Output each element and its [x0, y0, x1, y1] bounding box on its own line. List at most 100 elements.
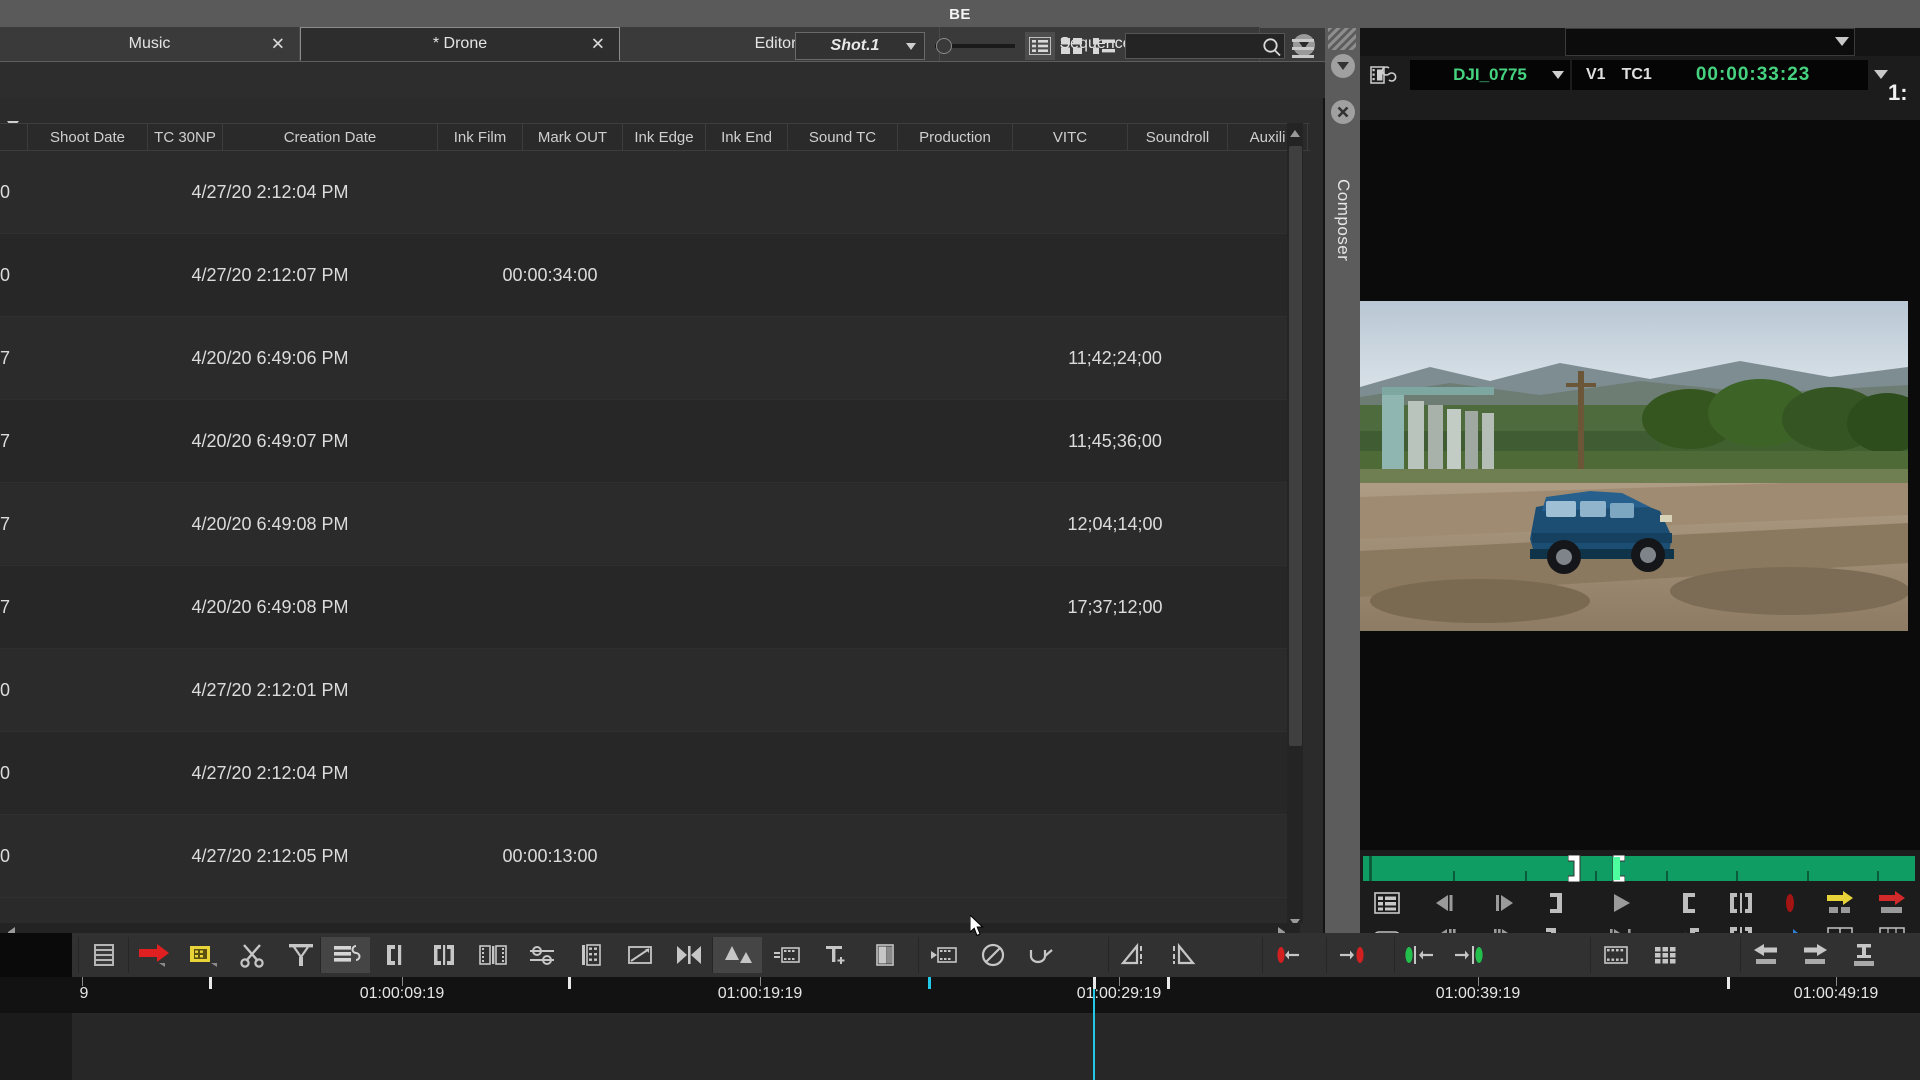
table-row[interactable]: 07 4/20/20 6:49:06 PM 11;42;24;00	[0, 317, 1295, 400]
mark-out-timeline-button[interactable]	[1327, 937, 1376, 973]
column-header-mark-out[interactable]: Mark OUT	[523, 123, 623, 151]
motion-effect-button[interactable]	[713, 937, 762, 973]
monitor-top-select[interactable]	[1565, 28, 1855, 56]
filmstrip-icon[interactable]	[1370, 64, 1398, 86]
column-header-shoot-date[interactable]: Shoot Date	[28, 123, 148, 151]
panel-menu-button[interactable]	[1331, 54, 1355, 78]
table-row[interactable]: 07 4/20/20 6:49:08 PM 17;37;12;00	[0, 566, 1295, 649]
column-header-vitc[interactable]: VITC	[1013, 123, 1128, 151]
bin-tab-music[interactable]: Music ✕	[0, 27, 300, 61]
overwrite-tool-button[interactable]	[129, 937, 178, 973]
clip-info-button[interactable]	[1360, 888, 1414, 918]
splice-in-button[interactable]	[1814, 888, 1866, 918]
transition-button[interactable]	[468, 937, 517, 973]
table-row[interactable]: 00 4/27/20 2:12:01 PM	[0, 649, 1295, 732]
timeline-timecode-box[interactable]	[0, 933, 72, 977]
mark-in-button[interactable]	[1660, 888, 1716, 918]
timeline-playhead[interactable]	[1093, 977, 1095, 1080]
bin-script-view-button[interactable]	[1089, 32, 1119, 60]
segment-mode-button[interactable]	[321, 937, 370, 973]
trim-mode-button[interactable]	[370, 937, 419, 973]
table-row[interactable]: 00 4/27/20 2:12:04 PM	[0, 151, 1295, 234]
sequence-report-button[interactable]	[79, 937, 128, 973]
green-out-button[interactable]	[1444, 937, 1493, 973]
effect-mode-button[interactable]	[615, 937, 664, 973]
position-indicator[interactable]	[1613, 857, 1620, 880]
trim-scissors-button[interactable]	[227, 937, 276, 973]
extract-splice-button[interactable]	[178, 937, 227, 973]
shift-right-icon	[1803, 944, 1827, 964]
table-row[interactable]: 00 4/27/20 2:12:07 PM 00:00:34:00	[0, 234, 1295, 317]
timecode-display[interactable]: V1 TC1 00:00:33:23	[1572, 60, 1888, 90]
dual-roller-button[interactable]	[419, 937, 468, 973]
mark-out-button[interactable]	[1532, 888, 1582, 918]
video-display-area[interactable]	[1360, 120, 1920, 850]
shift-right-button[interactable]	[1790, 937, 1839, 973]
center-button[interactable]	[1839, 937, 1888, 973]
timeline-view-button[interactable]	[1591, 937, 1640, 973]
position-bar-start-mark	[1369, 856, 1372, 881]
mark-in-timeline-button[interactable]	[1263, 937, 1312, 973]
title-tool-button[interactable]	[811, 937, 860, 973]
film-strip-button[interactable]	[566, 937, 615, 973]
render-button[interactable]	[919, 937, 968, 973]
audio-mix-button[interactable]	[517, 937, 566, 973]
panel-close-button[interactable]	[1331, 100, 1355, 124]
timeline-toolbar-group-2	[128, 937, 325, 973]
timeline-grid-button[interactable]	[1640, 937, 1689, 973]
close-icon[interactable]: ✕	[591, 36, 605, 53]
column-header-tc30np[interactable]: TC 30NP	[148, 123, 223, 151]
close-icon[interactable]: ✕	[271, 36, 285, 53]
bin-search-input[interactable]	[1125, 33, 1285, 59]
column-header-ink-edge[interactable]: Ink Edge	[623, 123, 706, 151]
scroll-up-arrow-icon[interactable]	[1287, 124, 1303, 142]
column-header-creation-date[interactable]: Creation Date	[223, 123, 438, 151]
step-backward-button[interactable]	[1414, 888, 1476, 918]
trim-left-tool-button[interactable]	[1109, 937, 1158, 973]
timeline-track-header[interactable]	[0, 1013, 72, 1080]
green-in-button[interactable]	[1395, 937, 1444, 973]
table-row[interactable]: 00 4/27/20 2:12:05 PM 00:00:13:00	[0, 815, 1295, 898]
table-row[interactable]: 00 4/27/20 2:12:04 PM	[0, 732, 1295, 815]
column-header-cell[interactable]	[0, 123, 28, 151]
column-header-production[interactable]: Production	[898, 123, 1013, 151]
add-locator-button[interactable]	[1766, 888, 1814, 918]
locator-icon	[1786, 894, 1794, 912]
table-row[interactable]: 07 4/20/20 6:49:07 PM 11;45;36;00	[0, 400, 1295, 483]
timeline-track-area[interactable]	[0, 1013, 1920, 1080]
chevron-down-icon[interactable]	[1835, 37, 1849, 46]
hamburger-icon[interactable]	[1292, 39, 1314, 58]
thumbnail-size-knob[interactable]	[936, 38, 952, 54]
column-header-soundroll[interactable]: Soundroll	[1128, 123, 1228, 151]
disable-button[interactable]	[968, 937, 1017, 973]
column-header-sound-tc[interactable]: Sound TC	[788, 123, 898, 151]
red-arrow-icon	[138, 944, 169, 967]
panel-drag-handle[interactable]	[1328, 28, 1356, 50]
column-header-ink-end[interactable]: Ink End	[706, 123, 788, 151]
column-header-ink-film[interactable]: Ink Film	[438, 123, 523, 151]
play-button[interactable]	[1582, 888, 1660, 918]
cell-tc30np: 00	[0, 181, 11, 202]
table-row[interactable]: 07 4/20/20 6:49:08 PM 12;04;14;00	[0, 483, 1295, 566]
position-bar-tick	[1666, 871, 1668, 881]
bin-tab-drone[interactable]: * Drone ✕	[300, 27, 620, 61]
matte-key-button[interactable]	[860, 937, 909, 973]
add-edit-button[interactable]	[762, 937, 811, 973]
overwrite-button[interactable]	[1866, 888, 1918, 918]
lift-overwrite-button[interactable]	[276, 937, 325, 973]
step-forward-button[interactable]	[1476, 888, 1532, 918]
mark-clip-button[interactable]	[1716, 888, 1766, 918]
bin-frame-view-button[interactable]	[1057, 32, 1087, 60]
mark-out-handle[interactable]	[1567, 854, 1582, 883]
search-icon[interactable]	[1262, 37, 1282, 57]
bin-view-select[interactable]: Shot.1	[795, 32, 925, 60]
fade-button[interactable]	[1017, 937, 1066, 973]
trim-right-tool-button[interactable]	[1158, 937, 1207, 973]
bin-vertical-scroll-thumb[interactable]	[1289, 146, 1302, 746]
position-bar[interactable]	[1363, 854, 1915, 883]
bin-text-view-button[interactable]	[1025, 32, 1055, 60]
shift-left-button[interactable]	[1741, 937, 1790, 973]
collapse-button[interactable]	[664, 937, 713, 973]
timeline-toolbar-group-3	[320, 937, 713, 973]
clip-name-selector[interactable]: DJI_0775	[1410, 60, 1570, 90]
